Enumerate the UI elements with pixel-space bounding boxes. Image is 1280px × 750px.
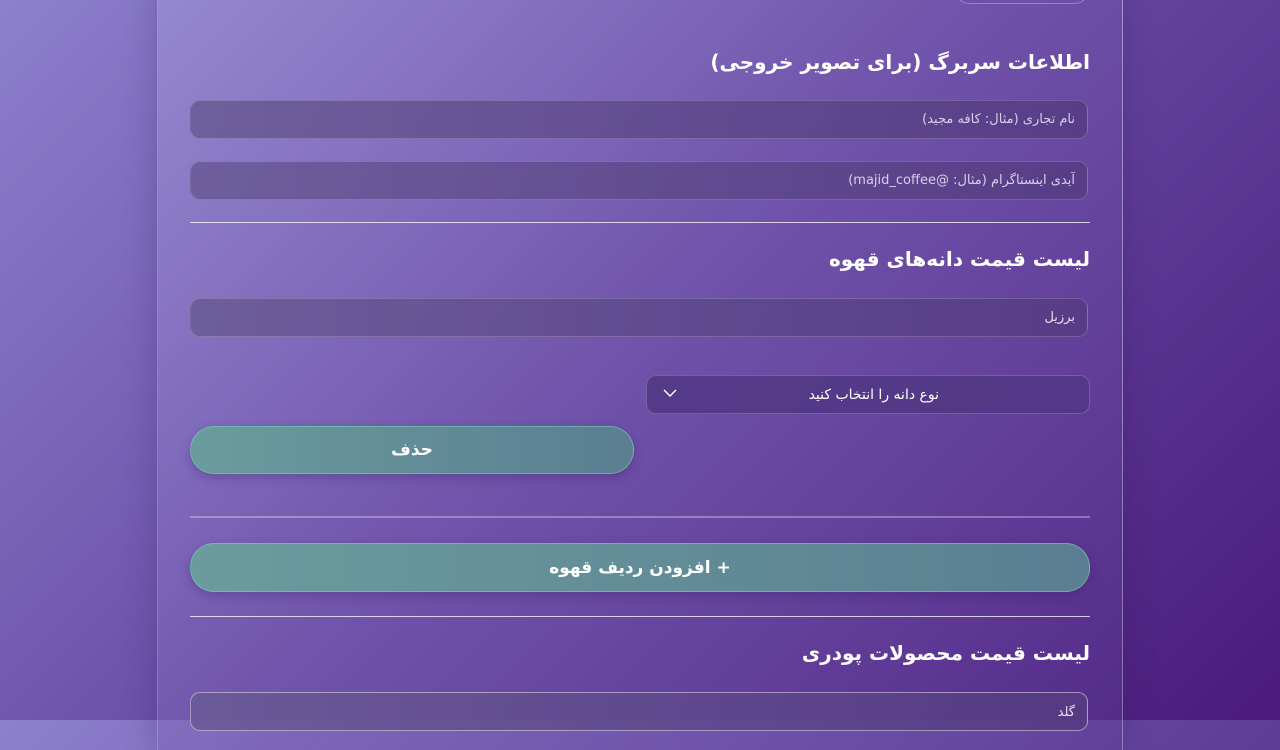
coffee-list-title: لیست قیمت دانه‌های قهوه xyxy=(828,247,1090,271)
section-divider xyxy=(190,222,1090,223)
add-coffee-row-button[interactable]: + افزودن ردیف قهوه xyxy=(190,543,1090,592)
instagram-placeholder: آیدی اینستاگرام (مثال: @majid_coffee) xyxy=(848,173,1075,188)
section-divider xyxy=(190,616,1090,617)
powder-name-value: گلد xyxy=(1057,705,1075,720)
instagram-id-input[interactable]: آیدی اینستاگرام (مثال: @majid_coffee) xyxy=(190,161,1088,200)
chevron-down-icon xyxy=(663,389,677,397)
business-name-placeholder: نام تجاری (مثال: کافه مجید) xyxy=(922,112,1075,127)
delete-row-button[interactable]: حذف xyxy=(190,426,634,474)
bean-type-select[interactable]: نوع دانه را انتخاب کنید xyxy=(646,375,1090,414)
bean-type-selected: نوع دانه را انتخاب کنید xyxy=(808,387,939,403)
row-divider xyxy=(190,516,1090,518)
top-button-edge[interactable] xyxy=(955,0,1089,4)
coffee-name-input[interactable]: برزیل xyxy=(190,298,1088,337)
coffee-name-value: برزیل xyxy=(1044,310,1075,325)
business-name-input[interactable]: نام تجاری (مثال: کافه مجید) xyxy=(190,100,1088,139)
powder-list-title: لیست قیمت محصولات پودری xyxy=(801,641,1090,665)
powder-name-input[interactable]: گلد xyxy=(190,692,1088,731)
shop-info-title: اطلاعات سربرگ (برای تصویر خروجی) xyxy=(710,50,1090,74)
